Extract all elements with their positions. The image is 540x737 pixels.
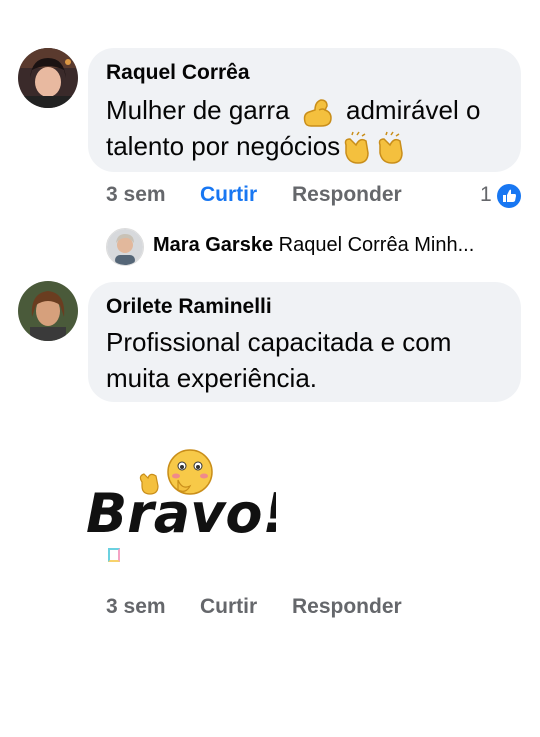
comment-actions-raquel: 3 sem Curtir Responder 1 — [106, 183, 526, 211]
comment-author-orilete[interactable]: Orilete Raminelli — [106, 295, 272, 319]
comment-text-raquel: Mulher de garra admirável o talento por … — [106, 92, 516, 165]
comment-timestamp[interactable]: 3 sem — [106, 183, 166, 207]
avatar-mara[interactable] — [106, 228, 144, 266]
comment-text-line2: talento por negócios — [106, 131, 341, 162]
bravo-sticker[interactable]: Bravo! — [86, 446, 276, 576]
comment-text-line1: Profissional capacitada e com — [106, 327, 452, 357]
reply-author[interactable]: Mara Garske — [153, 234, 273, 256]
reply-text: Raquel Corrêa Minh... — [278, 234, 475, 256]
reply-preview[interactable]: Mara Garske Raquel Corrêa Minh... — [153, 234, 474, 257]
like-button[interactable]: Curtir — [200, 595, 257, 619]
sticker-badge-icon — [108, 548, 120, 562]
clapping-hands-icon — [340, 131, 374, 165]
clapping-hands-icon — [374, 131, 408, 165]
sticker-text: Bravo! — [86, 482, 276, 545]
comment-text-line2: muita experiência. — [106, 363, 317, 393]
avatar-orilete[interactable] — [18, 281, 78, 341]
reaction-count[interactable]: 1 — [480, 183, 492, 207]
comment-text-line1-end: admirável o — [346, 95, 481, 125]
comment-timestamp[interactable]: 3 sem — [106, 595, 166, 619]
flexed-biceps-icon — [301, 96, 335, 128]
avatar-raquel[interactable] — [18, 48, 78, 108]
comment-text-line1: Mulher de garra — [106, 95, 290, 125]
reply-button[interactable]: Responder — [292, 595, 402, 619]
comment-actions-orilete: 3 sem Curtir Responder — [106, 595, 526, 623]
like-button[interactable]: Curtir — [200, 183, 257, 207]
sticker-text-art: Bravo! — [86, 482, 276, 545]
reply-button[interactable]: Responder — [292, 183, 402, 207]
comment-author-raquel[interactable]: Raquel Corrêa — [106, 61, 250, 85]
like-reaction-icon[interactable] — [496, 183, 522, 215]
comment-text-orilete: Profissional capacitada e com muita expe… — [106, 324, 516, 396]
